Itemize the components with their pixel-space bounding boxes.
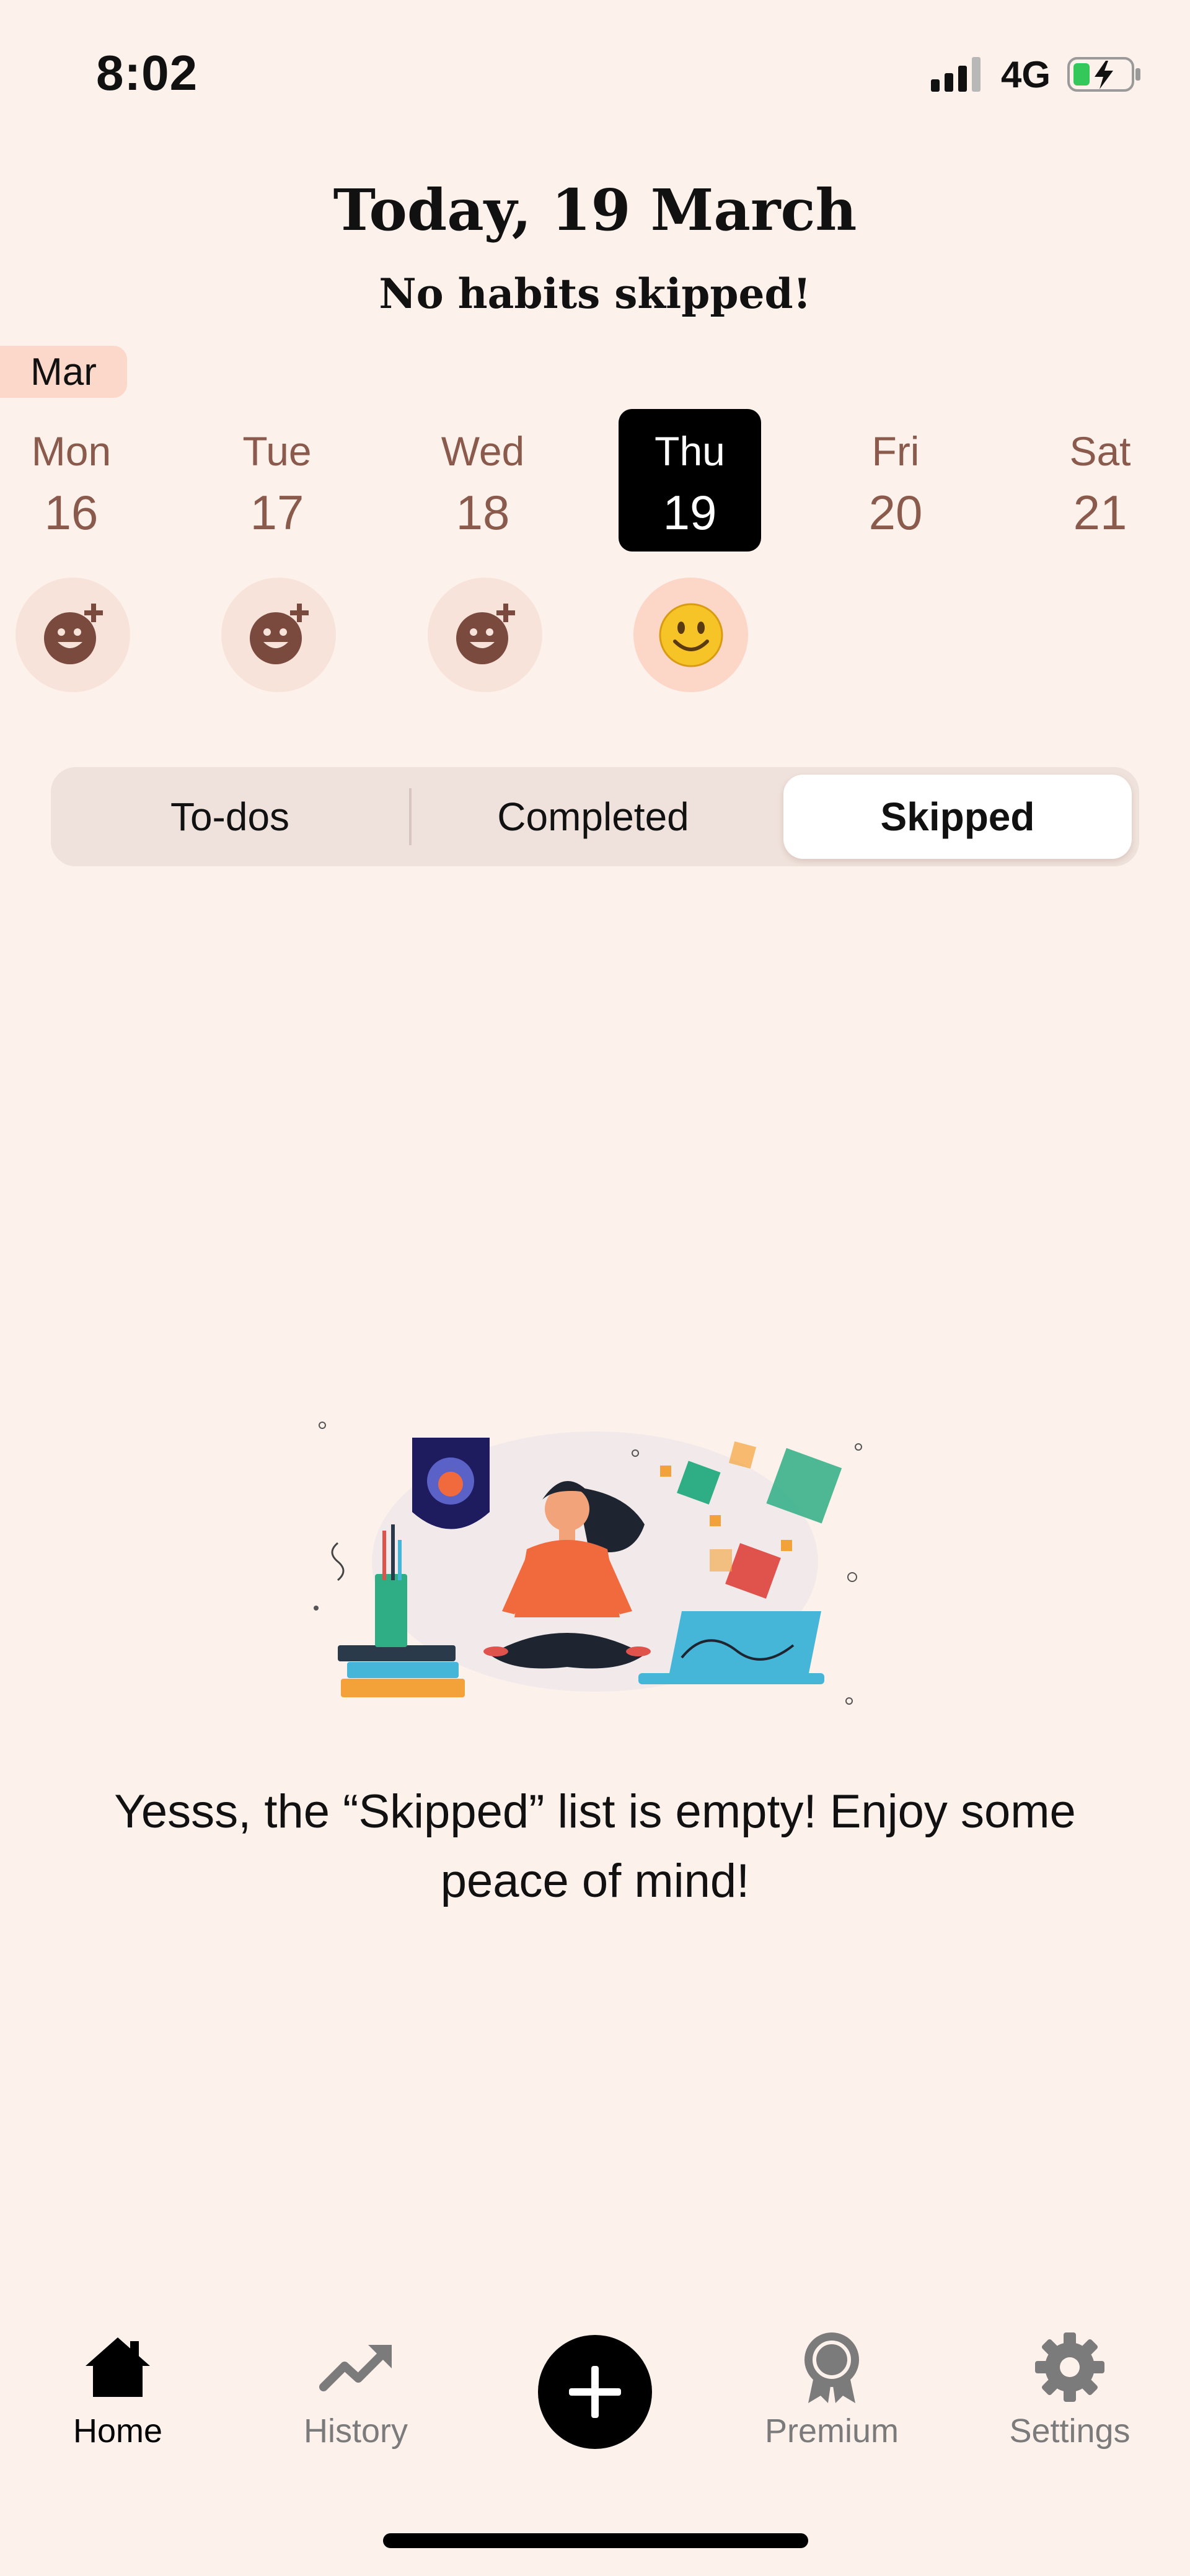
add-mood-icon — [43, 603, 103, 664]
trending-up-icon — [319, 2345, 392, 2391]
nav-premium[interactable]: Premium — [739, 2330, 925, 2450]
day-name: Fri — [871, 428, 920, 474]
plus-icon — [569, 2366, 621, 2418]
day-name: Wed — [441, 428, 525, 474]
network-type: 4G — [1001, 54, 1051, 95]
nav-home[interactable]: Home — [25, 2330, 211, 2450]
day-date: 20 — [868, 485, 923, 540]
day-tue[interactable]: Tue 17 — [206, 409, 348, 552]
page-subtitle: No habits skipped! — [379, 270, 811, 318]
add-mood-button-mon[interactable] — [15, 578, 130, 692]
add-mood-button-tue[interactable] — [221, 578, 336, 692]
day-sat[interactable]: Sat 21 — [1029, 409, 1171, 552]
add-habit-button[interactable] — [538, 2335, 652, 2449]
award-icon — [804, 2332, 859, 2403]
day-wed[interactable]: Wed 18 — [412, 409, 554, 552]
nav-label: Settings — [1009, 2412, 1130, 2450]
smiley-emoji-icon — [659, 603, 723, 667]
day-date: 19 — [663, 485, 717, 540]
tab-completed[interactable]: Completed — [412, 767, 775, 866]
gear-icon — [1035, 2332, 1104, 2402]
tab-todos[interactable]: To-dos — [51, 767, 409, 866]
day-thu-selected[interactable]: Thu 19 — [619, 409, 761, 552]
add-mood-button-wed[interactable] — [428, 578, 542, 692]
day-date: 18 — [456, 485, 510, 540]
status-time: 8:02 — [96, 45, 198, 100]
nav-label: Home — [73, 2412, 163, 2450]
nav-label: History — [303, 2412, 408, 2450]
day-date: 21 — [1073, 485, 1127, 540]
day-date: 16 — [44, 485, 99, 540]
nav-settings[interactable]: Settings — [977, 2330, 1163, 2450]
home-icon — [86, 2337, 150, 2397]
battery-charging-icon — [1067, 57, 1140, 92]
day-mon[interactable]: Mon 16 — [0, 409, 143, 552]
meditation-illustration — [314, 1422, 862, 1705]
month-badge: Mar — [0, 346, 127, 398]
signal-icon — [931, 57, 981, 92]
nav-label: Premium — [764, 2412, 899, 2450]
nav-history[interactable]: History — [263, 2330, 449, 2450]
day-name: Mon — [31, 428, 112, 474]
home-indicator[interactable] — [383, 2533, 808, 2548]
day-name: Tue — [242, 428, 312, 474]
page-title: Today, 19 March — [333, 177, 857, 244]
tab-skipped[interactable]: Skipped — [783, 775, 1132, 859]
add-mood-icon — [249, 603, 309, 664]
add-mood-icon — [456, 603, 515, 664]
mood-today-button[interactable] — [633, 578, 748, 692]
empty-state-message: Yesss, the “Skipped” list is empty! Enjo… — [114, 1785, 1076, 1907]
day-date: 17 — [250, 485, 304, 540]
day-name: Sat — [1069, 428, 1131, 474]
day-name: Thu — [654, 428, 725, 474]
day-fri[interactable]: Fri 20 — [824, 409, 967, 552]
